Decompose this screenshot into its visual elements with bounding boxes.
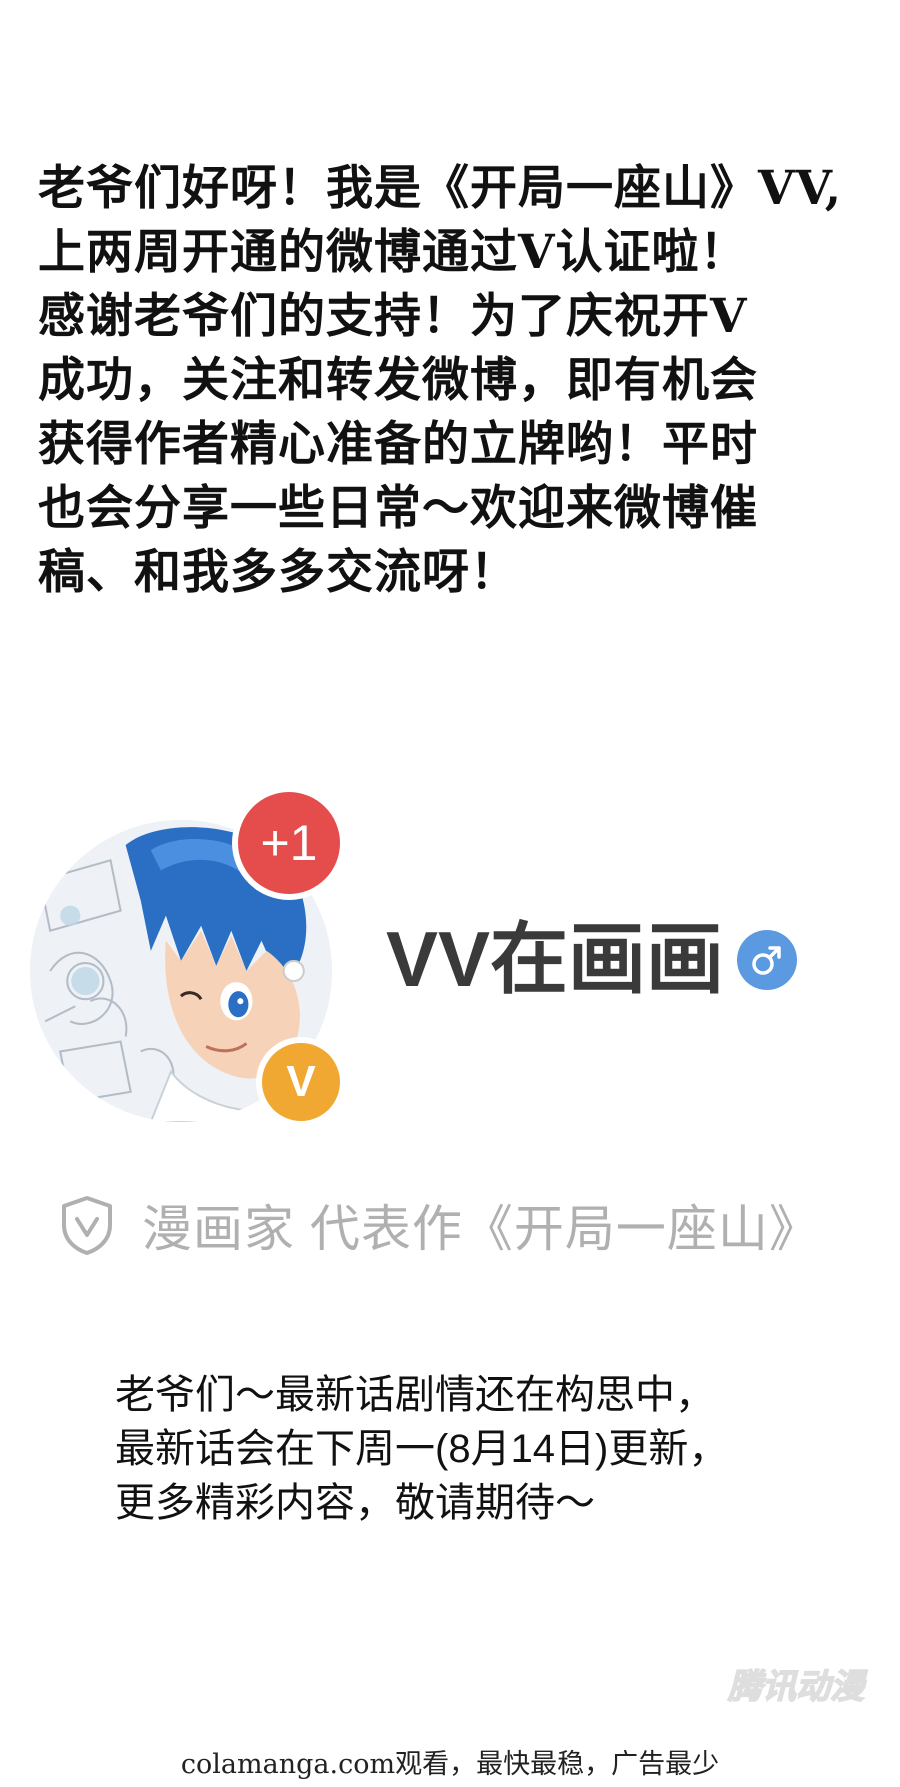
announcement-text: 老爷们好呀！我是《开局一座山》VV, 上两周开通的微博通过V认证啦！ 感谢老爷们… [38, 157, 858, 605]
shield-v-icon [62, 1196, 112, 1255]
announcement-line: 感谢老爷们的支持！为了庆祝开V [38, 289, 748, 344]
watermark-logo: 腾讯动漫 [727, 1666, 865, 1708]
username[interactable]: VV在画画 [386, 920, 724, 998]
update-notice-line: 最新话会在下周一(8月14日)更新， [115, 1427, 729, 1471]
update-notice-line: 老爷们～最新话剧情还在构思中， [115, 1373, 715, 1417]
update-notice-line: 更多精彩内容，敬请期待～ [115, 1481, 595, 1525]
verified-badge: V [262, 1043, 340, 1121]
announcement-line: 老爷们好呀！我是《开局一座山》VV, [38, 161, 843, 216]
announcement-line: 稿、和我多多交流呀！ [38, 545, 518, 600]
update-notice: 老爷们～最新话剧情还在构思中， 最新话会在下周一(8月14日)更新， 更多精彩内… [115, 1368, 835, 1530]
male-icon [737, 930, 797, 990]
verification-row: 漫画家 代表作《开局一座山》 [60, 1190, 820, 1260]
announcement-line: 成功，关注和转发微博，即有机会 [38, 353, 758, 408]
footer-note: colamanga.com观看，最快最稳，广告最少 [180, 1749, 720, 1780]
announcement-line: 获得作者精心准备的立牌哟！平时 [38, 417, 758, 472]
verification-text: 漫画家 代表作《开局一座山》 [142, 1201, 820, 1257]
weibo-profile-card: +1 V VV在画画 漫画家 代表作《开局一座山》 [0, 730, 900, 1257]
notification-badge[interactable]: +1 [238, 792, 340, 894]
announcement-line: 上两周开通的微博通过V认证啦！ [38, 225, 748, 280]
announcement-line: 也会分享一些日常～欢迎来微博催 [38, 481, 758, 536]
